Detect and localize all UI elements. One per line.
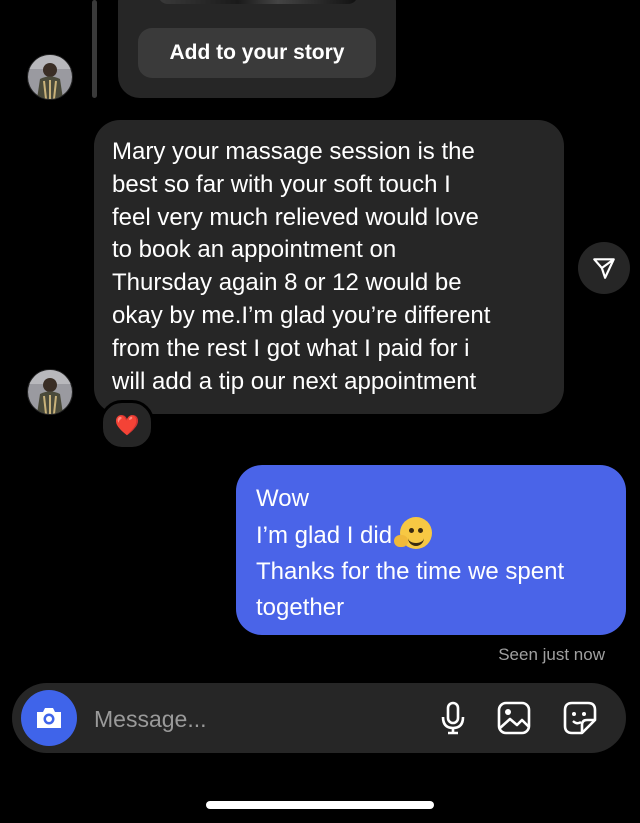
seen-status: Seen just now bbox=[498, 645, 605, 664]
sticker-button[interactable] bbox=[561, 699, 599, 737]
send-icon bbox=[593, 258, 615, 279]
microphone-icon bbox=[441, 701, 465, 735]
microphone-button[interactable] bbox=[434, 699, 472, 737]
gallery-icon bbox=[497, 701, 531, 735]
message-line: together bbox=[256, 594, 345, 621]
outgoing-message-text: Wow I’m glad I did Thanks for the time w… bbox=[256, 481, 616, 626]
home-indicator[interactable] bbox=[206, 801, 434, 809]
contact-avatar[interactable] bbox=[27, 369, 73, 415]
avatar-image bbox=[28, 370, 72, 414]
incoming-message-bubble[interactable]: Mary your massage session is the best so… bbox=[94, 120, 564, 414]
incoming-message-text: Mary your massage session is the best so… bbox=[112, 138, 491, 395]
message-line-text: I’m glad I did bbox=[256, 522, 393, 549]
shy-smile-emoji-icon bbox=[394, 517, 433, 549]
share-message-button[interactable] bbox=[578, 242, 630, 294]
heart-icon: ❤️ bbox=[114, 414, 140, 437]
shared-story-card[interactable]: Add to your story bbox=[118, 0, 396, 98]
story-thumbnail bbox=[158, 0, 358, 4]
outgoing-message-bubble[interactable]: Wow I’m glad I did Thanks for the time w… bbox=[236, 465, 626, 635]
add-to-story-button[interactable]: Add to your story bbox=[138, 28, 376, 78]
message-input[interactable] bbox=[92, 698, 416, 740]
message-line: Wow bbox=[256, 485, 309, 512]
reply-thread-line bbox=[92, 0, 97, 98]
camera-icon bbox=[37, 708, 61, 728]
contact-avatar[interactable] bbox=[27, 54, 73, 100]
camera-button[interactable] bbox=[21, 690, 77, 746]
chat-screen: Add to your story Mary your massage sess… bbox=[0, 0, 640, 823]
heart-reaction[interactable]: ❤️ bbox=[100, 400, 154, 450]
message-line: I’m glad I did bbox=[256, 517, 616, 554]
sticker-icon bbox=[563, 701, 597, 735]
message-line: Thanks for the time we spent bbox=[256, 558, 565, 585]
avatar-image bbox=[28, 55, 72, 99]
gallery-button[interactable] bbox=[495, 699, 533, 737]
message-composer bbox=[12, 683, 626, 753]
